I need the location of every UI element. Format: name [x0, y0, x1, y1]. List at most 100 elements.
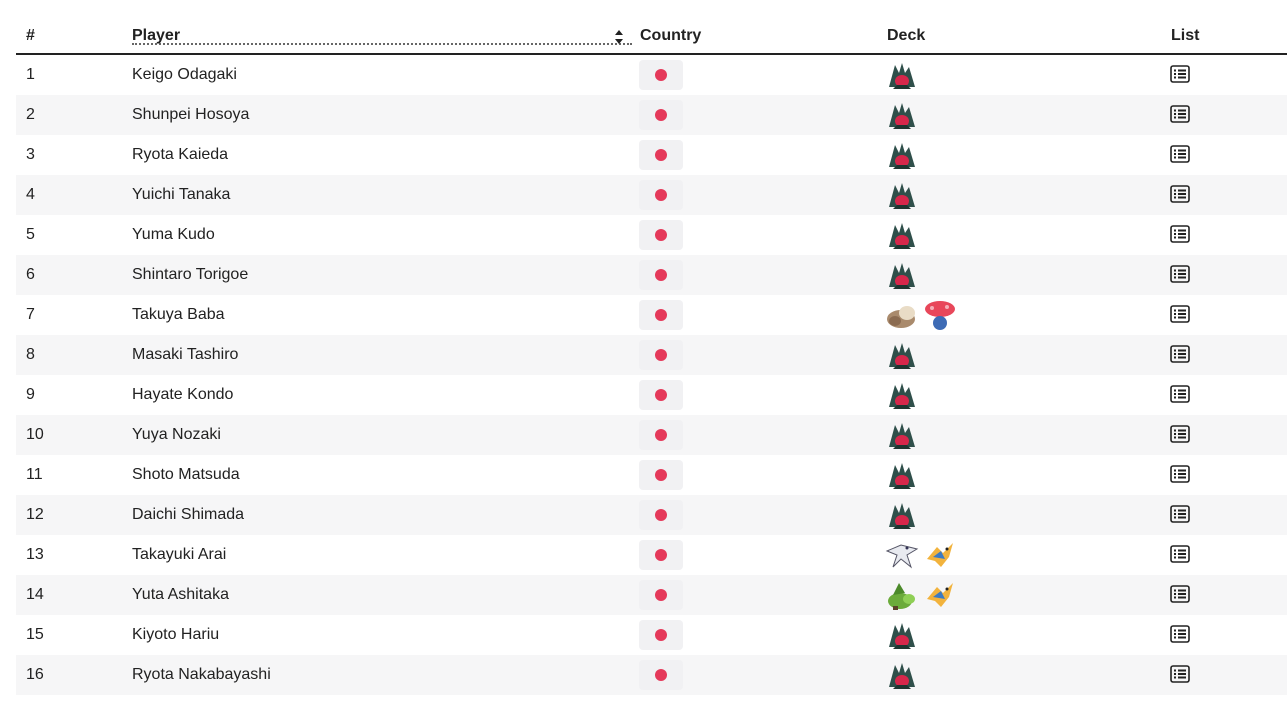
- flag-dot: [655, 149, 667, 161]
- country-flag-icon: [639, 420, 683, 450]
- sort-icon[interactable]: [614, 29, 624, 45]
- roaring-moon-icon: [889, 63, 915, 89]
- deck-icons[interactable]: [885, 179, 919, 211]
- deck-icons[interactable]: [885, 219, 919, 251]
- roaring-moon-icon: [889, 223, 915, 249]
- roaring-moon-icon: [889, 183, 915, 209]
- decklist-icon[interactable]: [1170, 65, 1190, 83]
- country-flag-icon: [639, 660, 683, 690]
- country-flag-icon: [639, 380, 683, 410]
- rank-cell: 15: [26, 626, 44, 643]
- archeops-icon: [927, 583, 953, 607]
- roaring-moon-icon: [889, 423, 915, 449]
- flag-dot: [655, 189, 667, 201]
- flag-dot: [655, 509, 667, 521]
- table-row: 4 Yuichi Tanaka: [16, 175, 1287, 215]
- decklist-icon[interactable]: [1170, 105, 1190, 123]
- decklist-icon[interactable]: [1170, 625, 1190, 643]
- list-header: List: [1171, 27, 1200, 44]
- rank-cell: 16: [26, 666, 44, 683]
- roaring-moon-icon: [889, 383, 915, 409]
- flag-dot: [655, 589, 667, 601]
- country-flag-icon: [639, 500, 683, 530]
- decklist-icon[interactable]: [1170, 385, 1190, 403]
- country-flag-icon: [639, 340, 683, 370]
- roaring-moon-icon: [889, 143, 915, 169]
- decklist-icon[interactable]: [1170, 665, 1190, 683]
- deck-icons[interactable]: [885, 579, 957, 611]
- table-row: 14 Yuta Ashitaka: [16, 575, 1287, 615]
- player-name: Kiyoto Hariu: [132, 626, 220, 643]
- player-name: Masaki Tashiro: [132, 346, 239, 363]
- deck-icons[interactable]: [885, 459, 919, 491]
- deck-icons[interactable]: [885, 619, 919, 651]
- decklist-icon[interactable]: [1170, 145, 1190, 163]
- grotle-icon: [888, 583, 915, 610]
- table-row: 12 Daichi Shimada: [16, 495, 1287, 535]
- rank-cell: 3: [26, 146, 35, 163]
- rank-cell: 2: [26, 106, 35, 123]
- roaring-moon-icon: [889, 343, 915, 369]
- player-name: Keigo Odagaki: [132, 66, 237, 83]
- table-row: 15 Kiyoto Hariu: [16, 615, 1287, 655]
- rank-cell: 5: [26, 226, 35, 243]
- table-header: # Player Country Deck List: [16, 18, 1287, 55]
- country-flag-icon: [639, 100, 683, 130]
- decklist-icon[interactable]: [1170, 185, 1190, 203]
- decklist-icon[interactable]: [1170, 465, 1190, 483]
- rank-cell: 6: [26, 266, 35, 283]
- deck-icons[interactable]: [885, 539, 957, 571]
- deck-icons[interactable]: [885, 379, 919, 411]
- country-flag-icon: [639, 220, 683, 250]
- player-name: Yuichi Tanaka: [132, 186, 231, 203]
- player-name: Yuta Ashitaka: [132, 586, 229, 603]
- roaring-moon-icon: [889, 263, 915, 289]
- country-flag-icon: [639, 140, 683, 170]
- flag-dot: [655, 269, 667, 281]
- decklist-icon[interactable]: [1170, 505, 1190, 523]
- lugia-icon: [885, 544, 919, 569]
- deck-icons[interactable]: [885, 59, 919, 91]
- deck-icons[interactable]: [885, 659, 919, 691]
- standings-table: # Player Country Deck List 1 Keigo Odagak…: [16, 18, 1287, 695]
- roaring-moon-icon: [889, 623, 915, 649]
- roaring-moon-icon: [889, 503, 915, 529]
- decklist-icon[interactable]: [1170, 425, 1190, 443]
- deck-icons[interactable]: [885, 259, 919, 291]
- roaring-moon-icon: [889, 663, 915, 689]
- table-row: 13 Takayuki Arai: [16, 535, 1287, 575]
- decklist-icon[interactable]: [1170, 305, 1190, 323]
- rank-header: #: [26, 27, 35, 44]
- table-row: 6 Shintaro Torigoe: [16, 255, 1287, 295]
- table-body: 1 Keigo Odagaki 2 Shunpei Hosoya 3 Ryota Kaie…: [16, 55, 1287, 695]
- player-name: Ryota Nakabayashi: [132, 666, 271, 683]
- table-row: 5 Yuma Kudo: [16, 215, 1287, 255]
- roaring-moon-icon: [889, 463, 915, 489]
- flag-dot: [655, 229, 667, 241]
- deck-icons[interactable]: [885, 299, 957, 331]
- decklist-icon[interactable]: [1170, 585, 1190, 603]
- flag-dot: [655, 69, 667, 81]
- deck-icons[interactable]: [885, 499, 919, 531]
- player-header[interactable]: Player: [132, 18, 632, 45]
- deck-header: Deck: [887, 27, 926, 44]
- table-row: 8 Masaki Tashiro: [16, 335, 1287, 375]
- deck-icons[interactable]: [885, 339, 919, 371]
- decklist-icon[interactable]: [1170, 225, 1190, 243]
- player-name: Ryota Kaieda: [132, 146, 229, 163]
- table-row: 16 Ryota Nakabayashi: [16, 655, 1287, 695]
- player-name: Yuya Nozaki: [132, 426, 221, 443]
- decklist-icon[interactable]: [1170, 265, 1190, 283]
- player-name: Yuma Kudo: [132, 226, 215, 243]
- table-row: 11 Shoto Matsuda: [16, 455, 1287, 495]
- decklist-icon[interactable]: [1170, 545, 1190, 563]
- decklist-icon[interactable]: [1170, 345, 1190, 363]
- deck-icons[interactable]: [885, 419, 919, 451]
- flag-dot: [655, 469, 667, 481]
- rank-cell: 14: [26, 586, 44, 603]
- flag-dot: [655, 669, 667, 681]
- country-flag-icon: [639, 540, 683, 570]
- deck-icons[interactable]: [885, 139, 919, 171]
- player-name: Daichi Shimada: [132, 506, 245, 523]
- deck-icons[interactable]: [885, 99, 919, 131]
